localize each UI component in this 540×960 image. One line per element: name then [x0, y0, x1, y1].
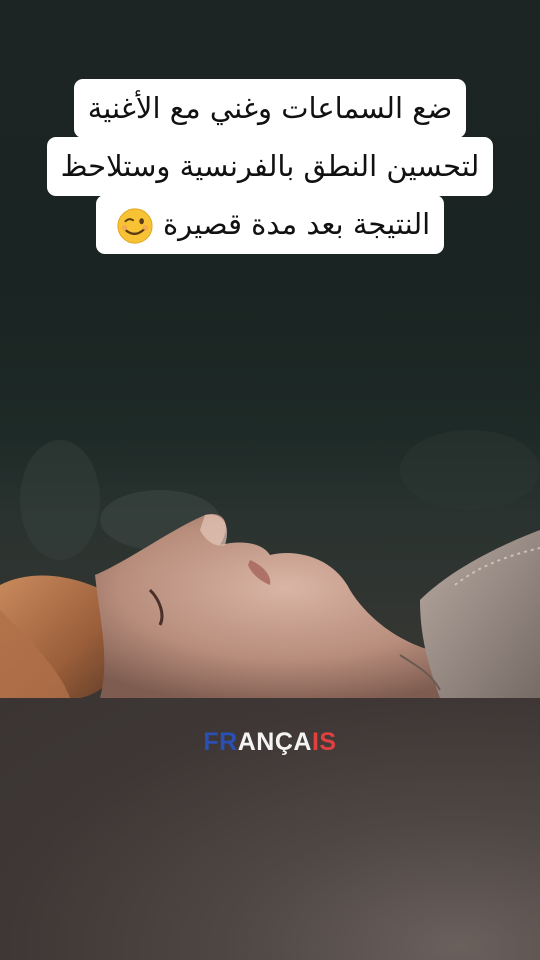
francais-logo: FRANÇAIS: [0, 728, 540, 757]
caption-text-2: لتحسين النطق بالفرنسية وستلاحظ: [60, 149, 480, 183]
video-frame: ضع السماعات وغني مع الأغنية لتحسين النطق…: [0, 0, 540, 960]
wink-emoji-icon: [117, 208, 153, 244]
caption-text-3: النتيجة بعد مدة قصيرة: [162, 207, 431, 241]
logo-part-white: ANÇA: [237, 728, 312, 756]
caption-line-1: ضع السماعات وغني مع الأغنية: [73, 79, 467, 138]
logo-part-red: IS: [311, 728, 337, 756]
caption-overlay: ضع السماعات وغني مع الأغنية لتحسين النطق…: [0, 79, 540, 254]
caption-line-3: النتيجة بعد مدة قصيرة: [95, 195, 445, 254]
caption-line-2: لتحسين النطق بالفرنسية وستلاحظ: [46, 137, 494, 196]
logo-part-blue: FR: [203, 728, 238, 756]
caption-text-1: ضع السماعات وغني مع الأغنية: [87, 91, 453, 125]
